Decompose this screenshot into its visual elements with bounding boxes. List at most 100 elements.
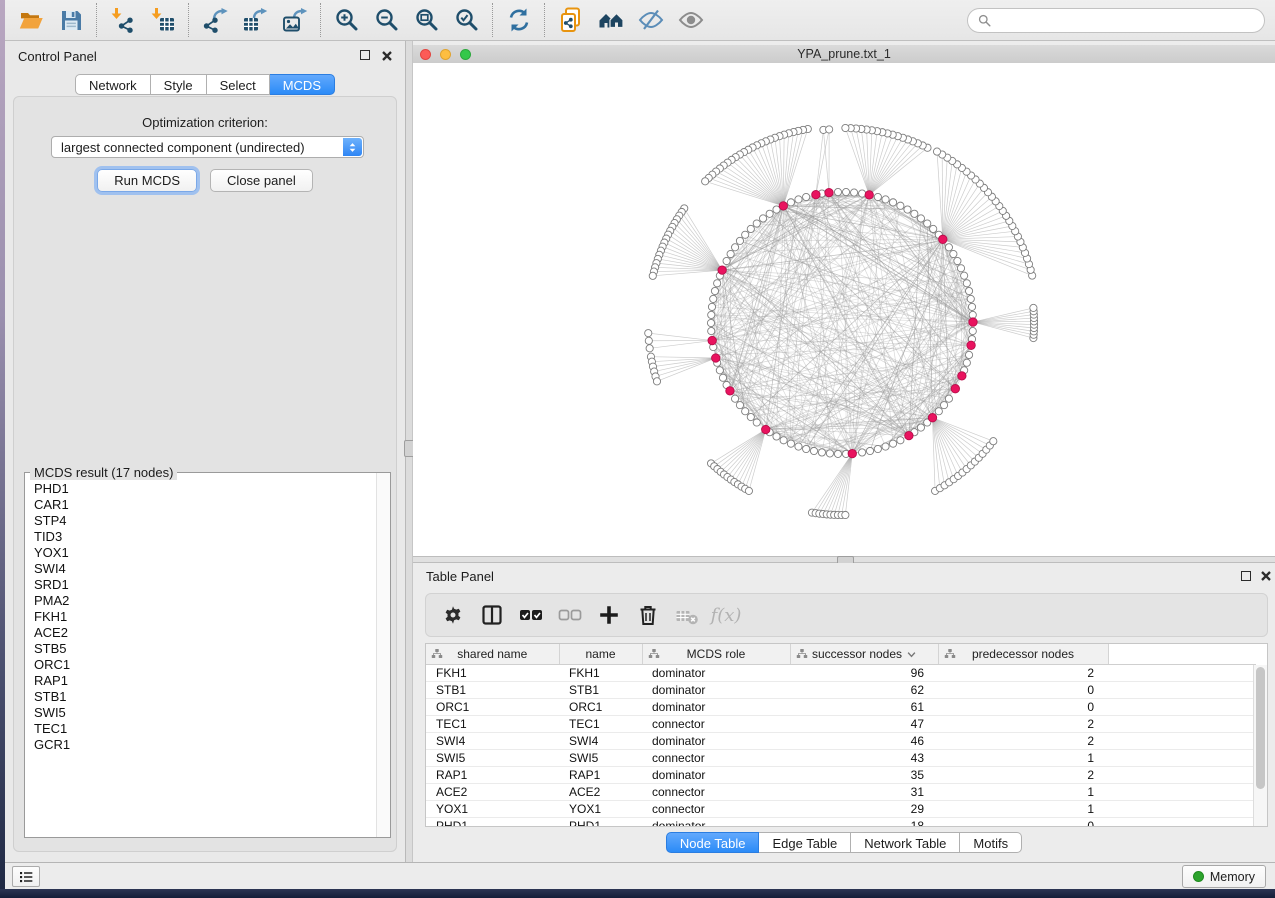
graph-node[interactable] <box>736 402 743 409</box>
create-column-button[interactable] <box>596 602 622 628</box>
table-row[interactable]: SWI5SWI5connector431 <box>426 750 1256 767</box>
graph-node[interactable] <box>747 225 754 232</box>
run-mcds-button[interactable]: Run MCDS <box>97 169 197 192</box>
table-cell[interactable]: connector <box>642 801 790 818</box>
column-header-mcds-role[interactable]: MCDS role <box>642 644 790 665</box>
memory-button[interactable]: Memory <box>1182 865 1266 888</box>
graph-node[interactable] <box>708 303 715 310</box>
table-cell[interactable]: TEC1 <box>426 716 559 733</box>
mcds-result-scrollbar[interactable] <box>376 473 390 837</box>
table-cell[interactable]: 1 <box>938 801 1108 818</box>
mcds-result-item[interactable]: TEC1 <box>26 721 376 737</box>
graph-hub-node[interactable] <box>712 354 720 362</box>
tab-select[interactable]: Select <box>207 74 270 95</box>
column-header-name[interactable]: name <box>559 644 642 665</box>
graph-hub-node[interactable] <box>967 341 975 349</box>
graph-node[interactable] <box>990 438 997 445</box>
zoom-fit-button[interactable] <box>407 2 447 38</box>
table-cell[interactable]: RAP1 <box>559 767 642 784</box>
mcds-result-item[interactable]: ORC1 <box>26 657 376 673</box>
table-cell[interactable]: 18 <box>790 818 938 828</box>
graph-node[interactable] <box>742 408 749 415</box>
table-cell[interactable]: connector <box>642 784 790 801</box>
graph-node[interactable] <box>930 225 937 232</box>
table-cell[interactable]: 96 <box>790 665 938 682</box>
graph-node[interactable] <box>911 210 918 217</box>
select-all-columns-button[interactable] <box>518 602 544 628</box>
import-table-button[interactable] <box>143 2 183 38</box>
graph-node[interactable] <box>945 395 952 402</box>
mcds-result-item[interactable]: GCR1 <box>26 737 376 753</box>
table-row[interactable]: SWI4SWI4dominator462 <box>426 733 1256 750</box>
graph-node[interactable] <box>842 511 849 518</box>
table-cell[interactable]: ORC1 <box>426 699 559 716</box>
graph-node[interactable] <box>897 202 904 209</box>
graph-node[interactable] <box>950 250 957 257</box>
table-cell[interactable]: FKH1 <box>559 665 642 682</box>
table-cell[interactable]: STB1 <box>559 682 642 699</box>
graph-hub-node[interactable] <box>779 202 787 210</box>
graph-node[interactable] <box>711 287 718 294</box>
zoom-in-button[interactable] <box>327 2 367 38</box>
graph-node[interactable] <box>965 351 972 358</box>
table-cell[interactable]: PHD1 <box>426 818 559 828</box>
mcds-result-item[interactable]: STP4 <box>26 513 376 529</box>
zoom-selected-button[interactable] <box>447 2 487 38</box>
graph-node[interactable] <box>702 178 709 185</box>
search-input[interactable] <box>997 12 1254 29</box>
control-panel-close-button[interactable] <box>381 50 393 62</box>
graph-hub-node[interactable] <box>825 188 833 196</box>
graph-hub-node[interactable] <box>958 372 966 380</box>
graph-node[interactable] <box>957 265 964 272</box>
graph-node[interactable] <box>968 303 975 310</box>
table-cell[interactable]: 46 <box>790 733 938 750</box>
table-cell[interactable]: YOX1 <box>559 801 642 818</box>
graph-node[interactable] <box>897 437 904 444</box>
mcds-result-item[interactable]: SWI5 <box>26 705 376 721</box>
graph-node[interactable] <box>653 378 660 385</box>
home-button[interactable] <box>591 2 631 38</box>
tab-network[interactable]: Network <box>75 74 151 95</box>
graph-hub-node[interactable] <box>848 449 856 457</box>
save-button[interactable] <box>51 2 91 38</box>
graph-node[interactable] <box>646 345 653 352</box>
graph-node[interactable] <box>787 440 794 447</box>
graph-node[interactable] <box>935 408 942 415</box>
table-cell[interactable]: YOX1 <box>426 801 559 818</box>
table-row[interactable]: YOX1YOX1connector291 <box>426 801 1256 818</box>
table-cell[interactable]: SWI5 <box>559 750 642 767</box>
graph-node[interactable] <box>742 231 749 238</box>
table-cell[interactable]: connector <box>642 750 790 767</box>
table-cell[interactable]: FKH1 <box>426 665 559 682</box>
table-cell[interactable]: 31 <box>790 784 938 801</box>
graph-node[interactable] <box>708 311 715 318</box>
table-cell[interactable]: RAP1 <box>426 767 559 784</box>
delete-column-button[interactable] <box>635 602 661 628</box>
table-cell[interactable]: STB1 <box>426 682 559 699</box>
graph-node[interactable] <box>874 445 881 452</box>
deselect-all-columns-button[interactable] <box>557 602 583 628</box>
graph-node[interactable] <box>736 237 743 244</box>
refresh-layout-button[interactable] <box>499 2 539 38</box>
mcds-result-item[interactable]: PMA2 <box>26 593 376 609</box>
table-cell[interactable]: dominator <box>642 665 790 682</box>
table-cell[interactable]: dominator <box>642 767 790 784</box>
mcds-result-item[interactable]: STB1 <box>26 689 376 705</box>
graph-node[interactable] <box>645 330 652 337</box>
graph-node[interactable] <box>882 443 889 450</box>
control-panel-float-button[interactable] <box>360 50 370 60</box>
graph-node[interactable] <box>719 374 726 381</box>
table-cell[interactable]: dominator <box>642 682 790 699</box>
graph-node[interactable] <box>842 188 849 195</box>
graph-node[interactable] <box>858 449 865 456</box>
graph-node[interactable] <box>773 433 780 440</box>
table-cell[interactable]: ACE2 <box>426 784 559 801</box>
graph-node[interactable] <box>963 280 970 287</box>
table-cell[interactable]: SWI5 <box>426 750 559 767</box>
table-cell[interactable]: 61 <box>790 699 938 716</box>
table-panel-close-button[interactable] <box>1260 570 1272 582</box>
export-image-button[interactable] <box>275 2 315 38</box>
graph-hub-node[interactable] <box>951 384 959 392</box>
graph-hub-node[interactable] <box>905 431 913 439</box>
vertical-splitter[interactable] <box>405 41 413 862</box>
